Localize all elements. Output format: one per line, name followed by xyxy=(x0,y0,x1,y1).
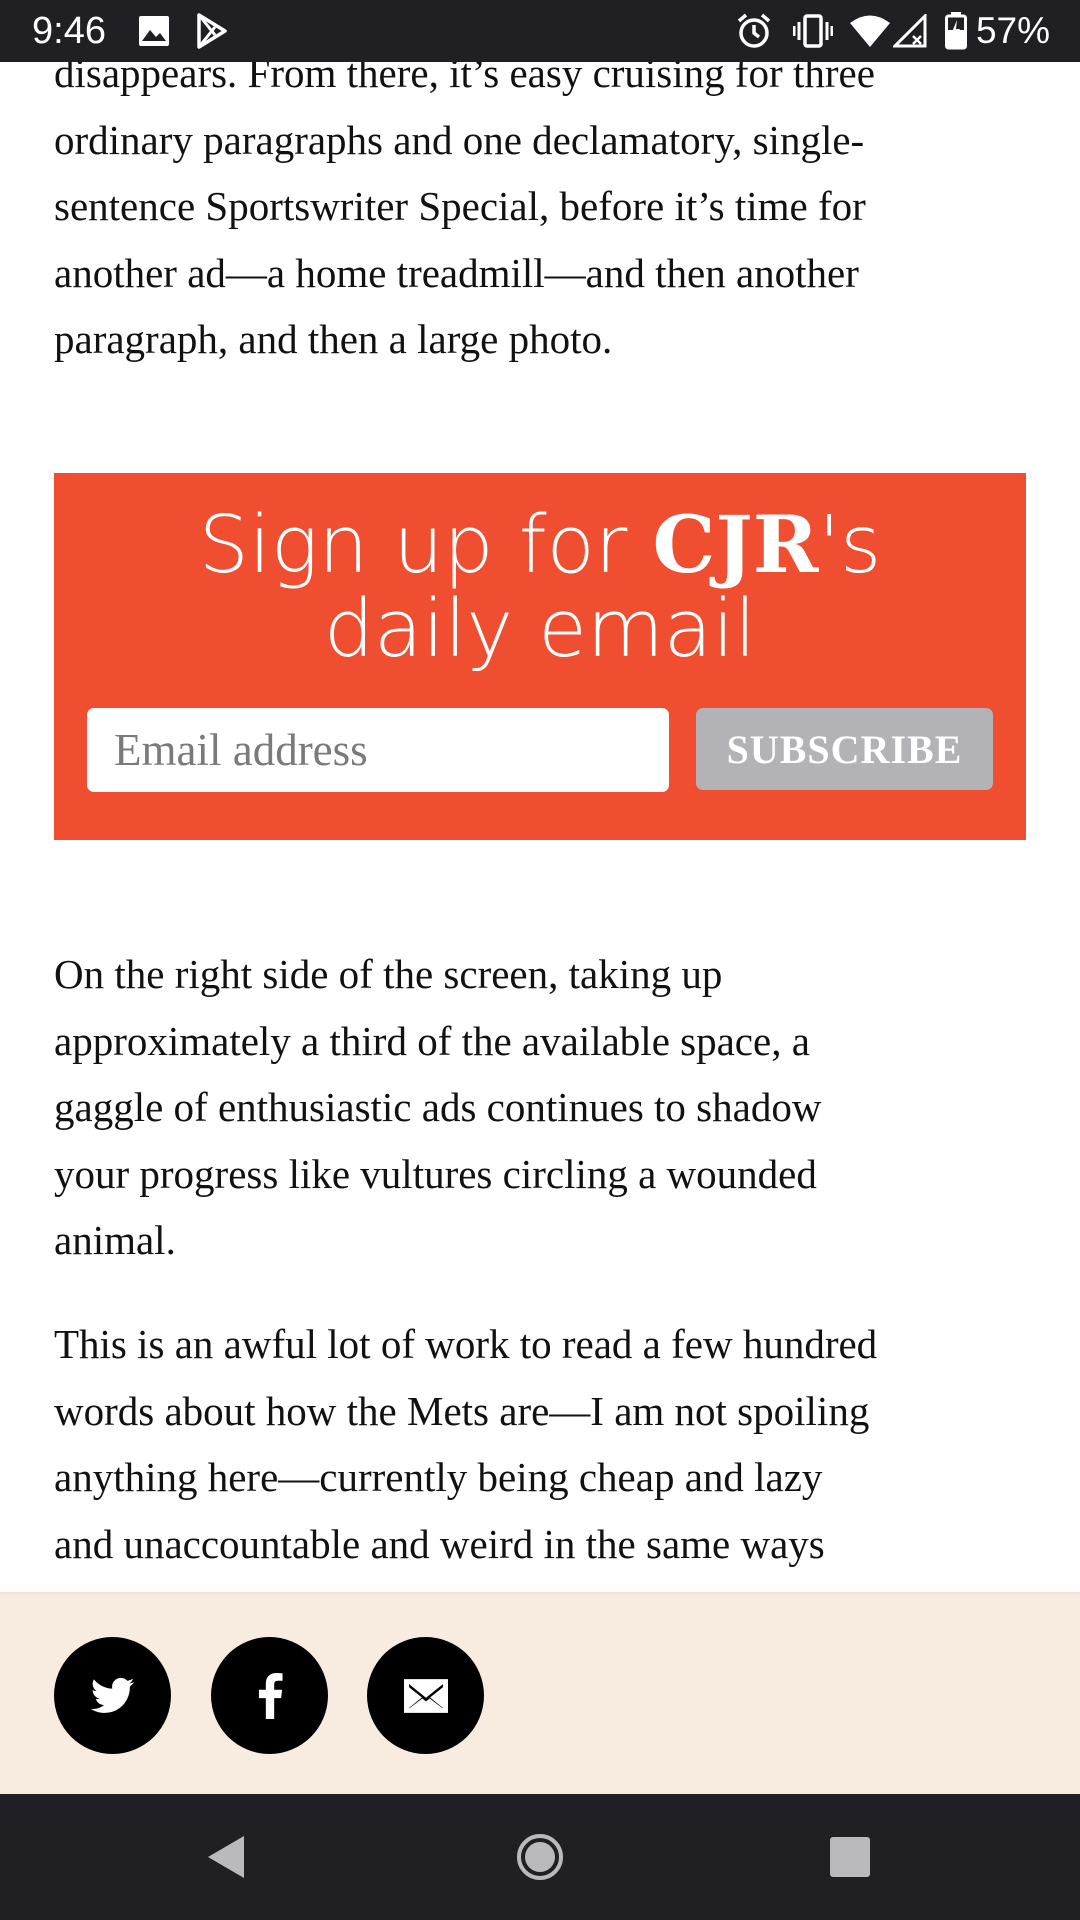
paragraph-line: sentence Sportswriter Special, before it… xyxy=(54,183,866,229)
share-twitter-button[interactable] xyxy=(54,1637,171,1754)
paragraph-line: gaggle of enthusiastic ads continues to … xyxy=(54,1084,822,1130)
vibrate-icon xyxy=(793,14,833,48)
back-button[interactable] xyxy=(196,1827,256,1887)
facebook-icon xyxy=(258,1672,283,1719)
paragraph-line: approximately a third of the available s… xyxy=(54,1017,810,1064)
twitter-icon xyxy=(90,1677,134,1713)
paragraph-line: another ad—a home treadmill—and then ano… xyxy=(54,249,859,296)
share-bar xyxy=(0,1592,1080,1794)
status-bar: 9:46 57% xyxy=(0,0,1080,62)
recents-button[interactable] xyxy=(820,1827,880,1887)
article-paragraph: disappears. From there, it’s easy cruisi… xyxy=(54,40,1034,373)
signup-headline-prefix: Sign up for xyxy=(198,499,653,591)
signup-headline-line-1: Sign up for CJR's xyxy=(54,503,1026,588)
battery-percent: 57% xyxy=(975,10,1050,51)
image-icon xyxy=(139,16,169,46)
paragraph-line: animal. xyxy=(54,1217,176,1263)
alarm-icon xyxy=(737,13,771,48)
recents-icon xyxy=(830,1837,870,1877)
paragraph-line: This is an awful lot of work to read a f… xyxy=(54,1321,878,1367)
signup-headline: Sign up for CJR's daily email xyxy=(54,503,1026,675)
article-paragraph: On the right side of the screen, taking … xyxy=(54,941,1034,1274)
paragraph-line: words about how the Mets are—I am not sp… xyxy=(54,1387,870,1434)
home-icon xyxy=(517,1834,563,1880)
play-store-icon xyxy=(197,13,227,49)
share-email-button[interactable] xyxy=(367,1637,484,1754)
signup-headline-line-2: daily email xyxy=(323,583,757,675)
newsletter-signup: Sign up for CJR's daily email SUBSCRIBE xyxy=(54,473,1026,840)
paragraph-line: paragraph, and then a large photo. xyxy=(54,316,613,362)
paragraph-line: anything here—currently being cheap and … xyxy=(54,1454,823,1500)
home-button[interactable] xyxy=(510,1827,570,1887)
signal-icon xyxy=(893,14,927,48)
subscribe-button[interactable]: SUBSCRIBE xyxy=(696,708,993,790)
navigation-bar xyxy=(0,1794,1080,1920)
back-icon xyxy=(208,1836,244,1878)
email-field[interactable] xyxy=(87,708,669,792)
signup-headline-suffix: 's xyxy=(818,499,882,591)
share-facebook-button[interactable] xyxy=(211,1637,328,1754)
battery-icon xyxy=(945,12,967,50)
paragraph-line: On the right side of the screen, taking … xyxy=(54,951,723,997)
paragraph-line: and unaccountable and weird in the same … xyxy=(54,1520,825,1567)
paragraph-line: your progress like vultures circling a w… xyxy=(54,1150,817,1197)
signup-brand: CJR xyxy=(652,498,819,591)
email-icon xyxy=(403,1678,448,1713)
paragraph-line: ordinary paragraphs and one declamatory,… xyxy=(54,116,865,163)
status-time: 9:46 xyxy=(32,10,106,52)
wifi-icon xyxy=(850,15,890,47)
